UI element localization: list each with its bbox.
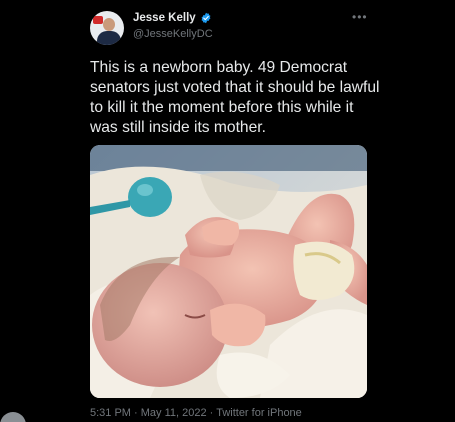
avatar-logo (93, 16, 103, 24)
tweet: Jesse Kelly @JesseKellyDC ••• This is a … (0, 0, 455, 422)
meta-separator-1: · (134, 407, 138, 419)
meta-separator-2: · (209, 407, 214, 419)
author-handle[interactable]: @JesseKellyDC (133, 28, 213, 40)
tweet-text: This is a newborn baby. 49 Democrat sena… (90, 59, 380, 136)
verified-badge-icon (201, 12, 211, 24)
author-display-name[interactable]: Jesse Kelly (133, 12, 196, 24)
avatar-head (103, 18, 115, 31)
more-icon[interactable]: ••• (352, 10, 368, 24)
avatar-body (97, 31, 121, 45)
tweet-meta: 5:31 PM · May 11, 2022 · Twitter for iPh… (90, 407, 302, 419)
tweet-date[interactable]: May 11, 2022 (141, 407, 207, 419)
tweet-time[interactable]: 5:31 PM (90, 407, 131, 419)
newborn-photo-image (90, 145, 367, 398)
avatar[interactable] (90, 11, 124, 45)
author-name-row: Jesse Kelly (133, 12, 212, 24)
corner-avatar (0, 412, 26, 422)
tweet-photo[interactable] (90, 145, 367, 398)
tweet-source[interactable]: Twitter for iPhone (216, 407, 302, 419)
